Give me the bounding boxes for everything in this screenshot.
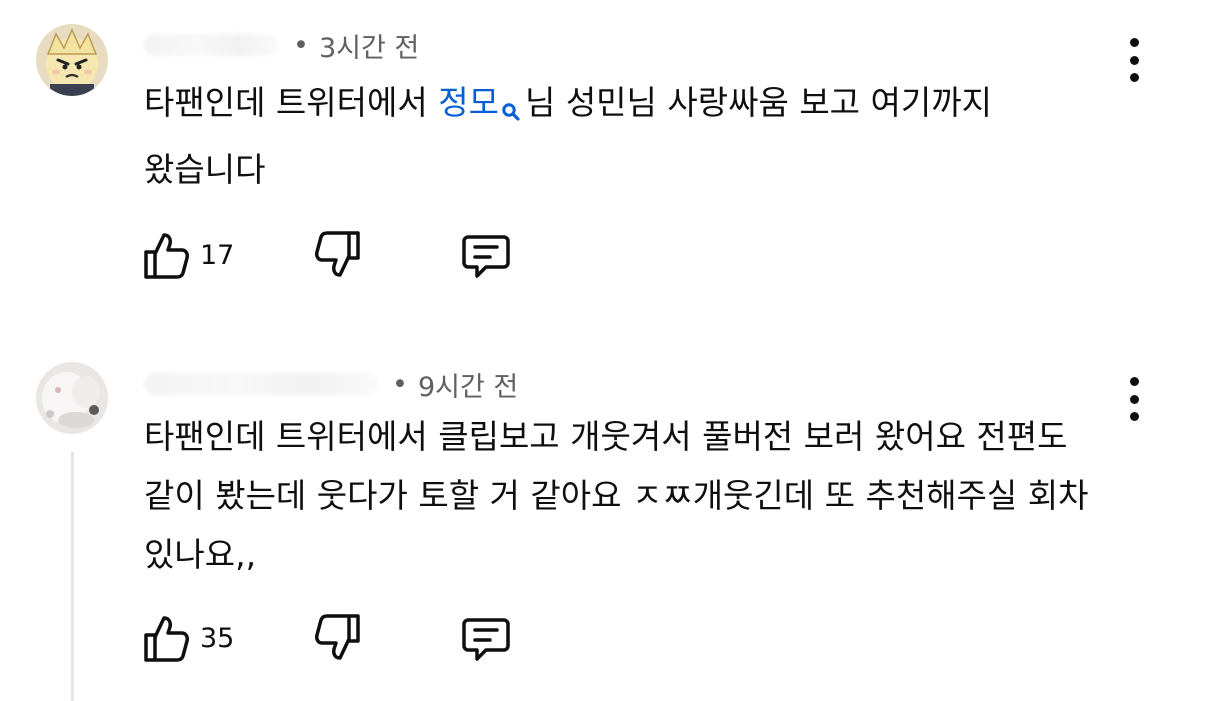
comment-timestamp[interactable]: 9시간 전 <box>418 365 518 404</box>
comment-text-before: 타팬인데 트위터에서 <box>144 83 439 122</box>
like-count: 17 <box>200 239 235 271</box>
dislike-button[interactable] <box>314 227 362 283</box>
thread-line <box>71 452 74 701</box>
author-name-blurred[interactable] <box>144 34 279 56</box>
reply-icon <box>462 235 510 278</box>
reply-button[interactable] <box>460 610 512 666</box>
search-icon[interactable] <box>501 81 521 140</box>
more-vert-icon-dot <box>1129 73 1139 82</box>
more-vert-icon-dot <box>1129 55 1139 65</box>
author-name-blurred[interactable] <box>144 373 378 395</box>
comment-meta: • 9시간 전 <box>144 365 518 404</box>
thumbs-up-icon <box>144 233 189 279</box>
reply-icon <box>462 618 510 661</box>
thumbs-up-icon <box>144 616 189 662</box>
more-vert-icon-dot <box>1129 412 1139 421</box>
hashtag-link[interactable]: 정모 <box>438 83 525 122</box>
like-count: 35 <box>200 622 235 654</box>
thumbs-down-icon <box>315 231 360 277</box>
comment-meta: • 3시간 전 <box>144 26 419 65</box>
like-button[interactable]: 17 <box>142 227 234 283</box>
comment-actions: 17 <box>142 227 542 283</box>
like-button[interactable]: 35 <box>142 610 234 666</box>
separator-dot: • <box>392 368 408 400</box>
comment-actions: 35 <box>142 610 542 666</box>
white-plush-avatar-image <box>36 362 108 434</box>
more-vert-icon <box>1129 377 1139 386</box>
more-options-button[interactable] <box>1114 377 1154 421</box>
hashtag-link-text[interactable]: 정모 <box>438 83 499 122</box>
more-vert-icon <box>1129 38 1139 47</box>
more-options-button[interactable] <box>1114 38 1154 82</box>
avatar[interactable] <box>36 24 108 96</box>
separator-dot: • <box>293 29 309 61</box>
angry-cartoon-avatar-image <box>36 24 108 96</box>
thumbs-down-icon <box>315 614 360 660</box>
dislike-button[interactable] <box>314 610 362 666</box>
comment-text: 타팬인데 트위터에서 클립보고 개웃겨서 풀버전 보러 왔어요 전편도 같이 봤… <box>144 417 1089 574</box>
reply-button[interactable] <box>460 227 512 283</box>
avatar[interactable] <box>36 362 108 434</box>
comment-timestamp[interactable]: 3시간 전 <box>319 26 419 65</box>
comment-text: 타팬인데 트위터에서 정모 님 성민님 사랑싸움 보고 여기까지 왔습니다 <box>144 73 1104 199</box>
more-vert-icon-dot <box>1129 394 1139 404</box>
